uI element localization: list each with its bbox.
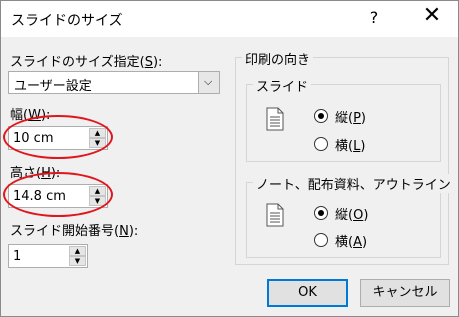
ok-button[interactable]: OK xyxy=(267,279,348,307)
slides-portrait-label[interactable]: 縦(P) xyxy=(335,107,366,126)
triangle-down-icon: ▼ xyxy=(74,257,81,265)
start-number-increment-button[interactable]: ▲ xyxy=(69,246,86,256)
height-label: 高さ(H): xyxy=(10,166,61,181)
notes-portrait-radio[interactable] xyxy=(314,206,328,220)
chevron-down-icon: ⌵ xyxy=(204,75,213,88)
triangle-up-icon: ▲ xyxy=(94,187,101,195)
portrait-page-icon xyxy=(266,203,284,227)
start-number-label: スライド開始番号(N): xyxy=(10,224,139,239)
cancel-button[interactable]: キャンセル xyxy=(360,279,450,307)
start-number-decrement-button[interactable]: ▼ xyxy=(69,256,86,266)
size-spec-dropdown[interactable]: ユーザー設定 ⌵ xyxy=(8,71,220,94)
dropdown-arrow-button[interactable]: ⌵ xyxy=(198,72,219,93)
width-input[interactable]: 10 cm xyxy=(13,131,54,146)
height-input[interactable]: 14.8 cm xyxy=(13,189,66,204)
size-spec-label: スライドのサイズ指定(S): xyxy=(10,55,163,70)
dialog-title: スライドのサイズ xyxy=(11,13,123,29)
start-number-spinner[interactable]: 1 ▲ ▼ xyxy=(8,244,88,268)
notes-group-title: ノート、配布資料、アウトライン xyxy=(253,174,454,193)
size-spec-value: ユーザー設定 xyxy=(14,79,92,94)
help-button[interactable]: ? xyxy=(366,8,382,27)
close-button[interactable]: ✕ xyxy=(421,5,443,27)
title-bar: スライドのサイズ ? ✕ xyxy=(1,1,458,37)
triangle-up-icon: ▲ xyxy=(74,247,81,255)
height-decrement-button[interactable]: ▼ xyxy=(89,196,106,206)
triangle-up-icon: ▲ xyxy=(94,129,101,137)
height-spinner[interactable]: 14.8 cm ▲ ▼ xyxy=(8,184,108,208)
slide-size-dialog: スライドのサイズ ? ✕ スライドのサイズ指定(S): ユーザー設定 ⌵ 幅(W… xyxy=(0,0,459,317)
width-increment-button[interactable]: ▲ xyxy=(89,128,106,138)
width-decrement-button[interactable]: ▼ xyxy=(89,138,106,148)
portrait-page-icon xyxy=(266,107,284,131)
notes-landscape-label[interactable]: 横(A) xyxy=(335,231,367,250)
notes-portrait-label[interactable]: 縦(O) xyxy=(335,204,368,223)
triangle-down-icon: ▼ xyxy=(94,197,101,205)
slides-landscape-label[interactable]: 横(L) xyxy=(335,135,365,154)
height-increment-button[interactable]: ▲ xyxy=(89,186,106,196)
slides-portrait-radio[interactable] xyxy=(314,109,328,123)
start-number-input[interactable]: 1 xyxy=(13,249,21,264)
width-label: 幅(W): xyxy=(10,108,51,123)
notes-landscape-radio[interactable] xyxy=(314,233,328,247)
slides-landscape-radio[interactable] xyxy=(314,137,328,151)
width-spinner[interactable]: 10 cm ▲ ▼ xyxy=(8,126,108,150)
orientation-group-title: 印刷の向き xyxy=(242,49,314,68)
triangle-down-icon: ▼ xyxy=(94,139,101,147)
slides-group-title: スライド xyxy=(253,76,312,95)
